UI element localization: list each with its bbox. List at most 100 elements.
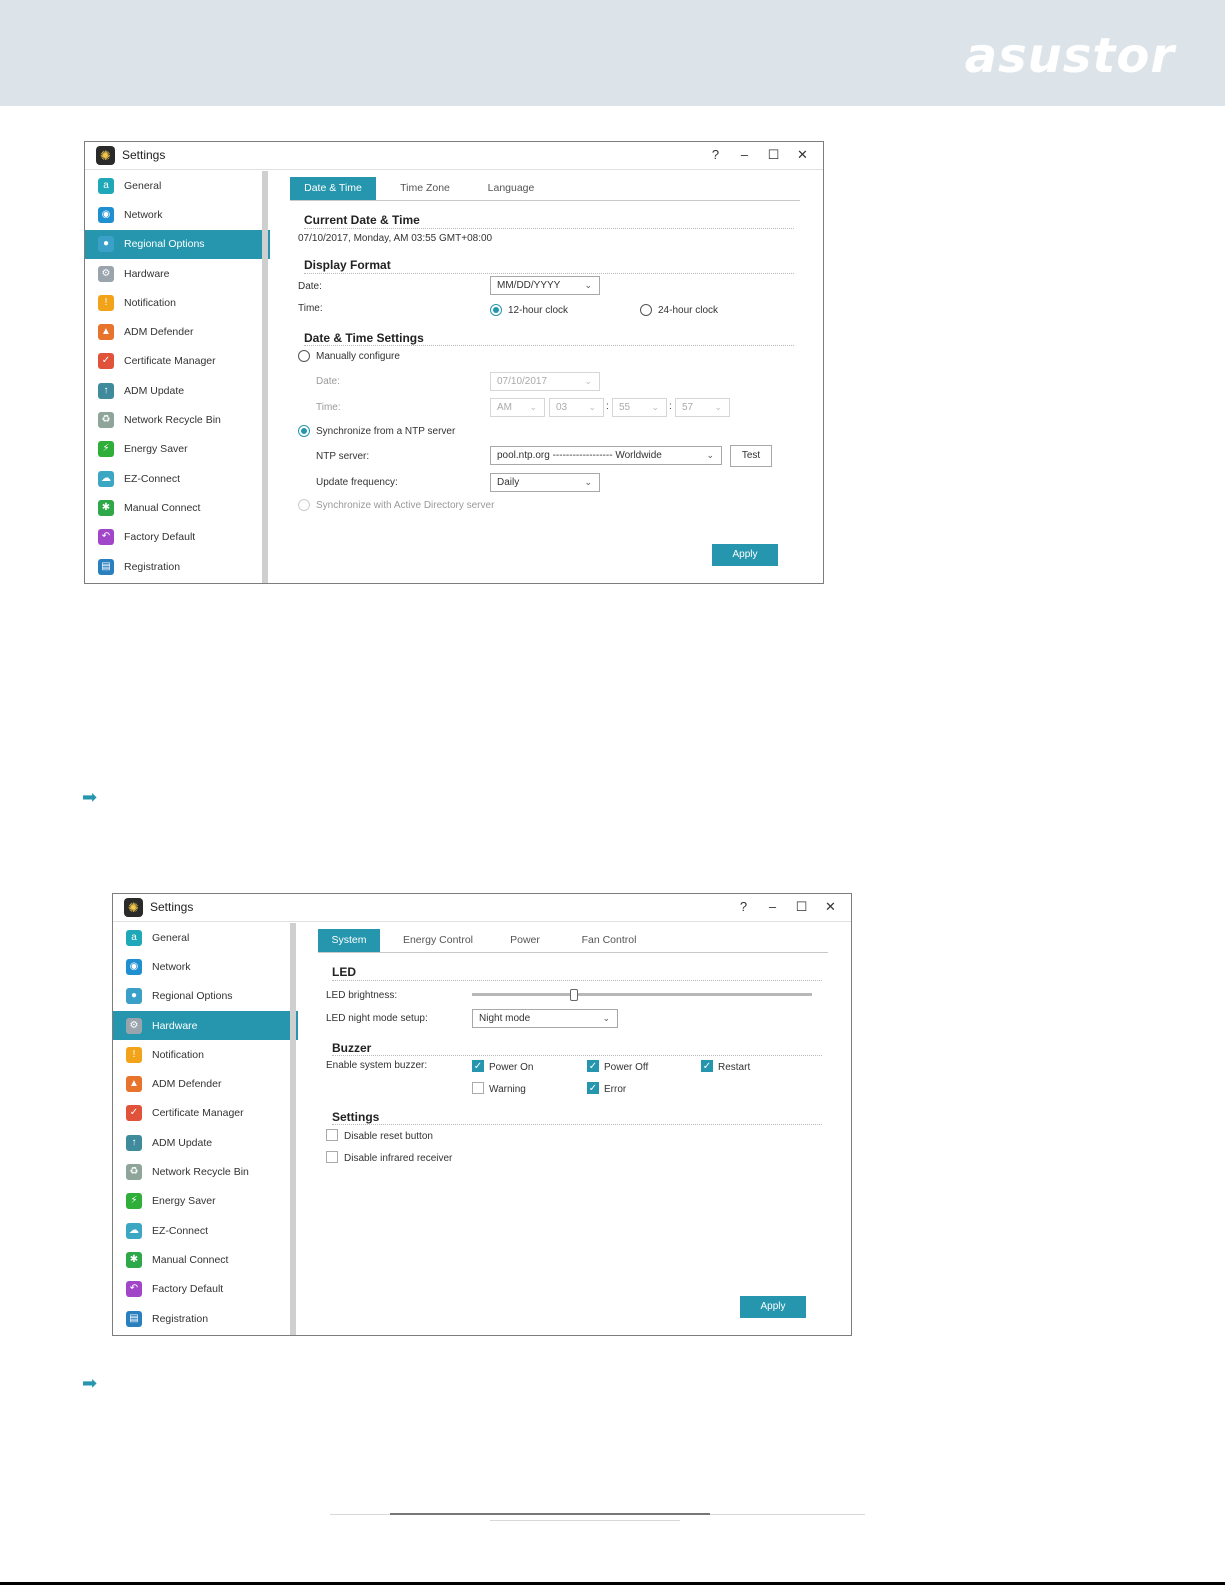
sidebar-item-energy-saver[interactable]: ⚡ Energy Saver <box>85 435 270 464</box>
close-button[interactable]: ✕ <box>816 898 845 916</box>
sidebar-item-adm-defender[interactable]: ▲ ADM Defender <box>113 1069 298 1098</box>
sidebar-item-ez-connect[interactable]: ☁ EZ-Connect <box>113 1216 298 1245</box>
sidebar-item-regional-options[interactable]: ● Regional Options <box>85 229 270 259</box>
checkbox-disable-infrared[interactable] <box>326 1151 338 1163</box>
sidebar-item-certificate-manager[interactable]: ✓ Certificate Manager <box>85 347 270 376</box>
checkbox-power-off[interactable]: ✓ <box>587 1060 599 1072</box>
radio-active-directory[interactable] <box>298 499 310 511</box>
sidebar-item-network[interactable]: ◉ Network <box>113 952 298 981</box>
sidebar-item-certificate-manager[interactable]: ✓ Certificate Manager <box>113 1099 298 1128</box>
radio-manual-configure[interactable] <box>298 350 310 362</box>
sidebar-item-hardware[interactable]: ⚙ Hardware <box>85 259 270 288</box>
date-format-select[interactable]: MM/DD/YYYY ⌄ <box>490 276 600 295</box>
energy-saver-icon: ⚡ <box>126 1193 142 1210</box>
update-frequency-select[interactable]: Daily ⌄ <box>490 473 600 492</box>
checkbox-error[interactable]: ✓ <box>587 1082 599 1094</box>
chevron-down-icon: ⌄ <box>706 450 714 460</box>
sidebar-item-notification[interactable]: ! Notification <box>85 288 270 317</box>
maximize-button[interactable]: ☐ <box>759 146 788 164</box>
sidebar-item-general[interactable]: a General <box>85 171 270 200</box>
hour-value: 03 <box>556 402 568 413</box>
sidebar-item-factory-default[interactable]: ↶ Factory Default <box>85 523 270 552</box>
led-brightness-slider[interactable] <box>472 993 812 996</box>
sidebar-item-adm-update[interactable]: ↑ ADM Update <box>113 1128 298 1157</box>
sidebar-scrollbar[interactable] <box>290 923 296 1335</box>
close-button[interactable]: ✕ <box>788 146 817 164</box>
checkbox-restart[interactable]: ✓ <box>701 1060 713 1072</box>
tab-time-zone[interactable]: Time Zone <box>382 177 468 200</box>
divider <box>304 345 794 346</box>
sidebar-item-regional-options[interactable]: ● Regional Options <box>113 982 298 1011</box>
checkbox-disable-reset[interactable] <box>326 1129 338 1141</box>
sidebar-item-label: General <box>152 931 190 944</box>
tab-fan-control[interactable]: Fan Control <box>566 929 652 952</box>
sidebar-item-network-recycle-bin[interactable]: ♻ Network Recycle Bin <box>113 1157 298 1186</box>
led-night-mode-label: LED night mode setup: <box>326 1013 428 1024</box>
adm-update-icon: ↑ <box>98 382 114 399</box>
chevron-down-icon: ⌄ <box>584 376 592 386</box>
sidebar-item-network-recycle-bin[interactable]: ♻ Network Recycle Bin <box>85 405 270 434</box>
sidebar-item-adm-defender[interactable]: ▲ ADM Defender <box>85 317 270 346</box>
sidebar-item-manual-connect[interactable]: ✱ Manual Connect <box>85 493 270 522</box>
sidebar-item-factory-default[interactable]: ↶ Factory Default <box>113 1275 298 1304</box>
chevron-down-icon: ⌄ <box>529 402 537 412</box>
general-icon: a <box>98 177 114 194</box>
hour-select[interactable]: 03 ⌄ <box>549 398 604 417</box>
radio-ntp-sync[interactable] <box>298 425 310 437</box>
sidebar-item-hardware[interactable]: ⚙ Hardware <box>113 1010 298 1041</box>
minimize-button[interactable]: – <box>730 146 759 164</box>
radio-24-hour[interactable] <box>640 304 652 316</box>
sidebar-item-notification[interactable]: ! Notification <box>113 1040 298 1069</box>
help-button[interactable]: ? <box>729 898 758 916</box>
sidebar-item-manual-connect[interactable]: ✱ Manual Connect <box>113 1245 298 1274</box>
maximize-button[interactable]: ☐ <box>787 898 816 916</box>
sidebar-item-registration[interactable]: ▤ Registration <box>113 1304 298 1333</box>
radio-12-hour[interactable] <box>490 304 502 316</box>
ntp-server-select[interactable]: pool.ntp.org ------------------ Worldwid… <box>490 446 722 465</box>
tab-power[interactable]: Power <box>490 929 560 952</box>
ampm-select[interactable]: AM ⌄ <box>490 398 545 417</box>
help-button[interactable]: ? <box>701 146 730 164</box>
sidebar-item-ez-connect[interactable]: ☁ EZ-Connect <box>85 464 270 493</box>
restart-label: Restart <box>718 1062 751 1073</box>
adm-defender-icon: ▲ <box>98 324 114 341</box>
led-heading: LED <box>332 965 356 979</box>
sidebar-item-network[interactable]: ◉ Network <box>85 200 270 229</box>
tab-date-time[interactable]: Date & Time <box>290 177 376 200</box>
sidebar-item-registration[interactable]: ▤ Registration <box>85 552 270 581</box>
minute-select[interactable]: 55 ⌄ <box>612 398 667 417</box>
sidebar-item-label: Manual Connect <box>152 1253 229 1266</box>
tab-bar: Date & Time Time Zone Language <box>290 177 800 201</box>
sidebar-item-label: Hardware <box>152 1019 198 1032</box>
checkbox-warning[interactable] <box>472 1082 484 1094</box>
tab-bar: System Energy Control Power Fan Control <box>318 929 828 953</box>
checkbox-power-on[interactable]: ✓ <box>472 1060 484 1072</box>
ntp-server-value: pool.ntp.org ------------------ Worldwid… <box>497 450 662 461</box>
factory-default-icon: ↶ <box>126 1281 142 1298</box>
sidebar-scrollbar[interactable] <box>262 171 268 583</box>
date-format-label: Date: <box>298 281 322 292</box>
sidebar-item-label: Factory Default <box>152 1283 224 1296</box>
tab-language[interactable]: Language <box>468 177 554 200</box>
minimize-button[interactable]: – <box>758 898 787 916</box>
test-button[interactable]: Test <box>730 445 772 467</box>
tab-energy-control[interactable]: Energy Control <box>388 929 488 952</box>
title-bar: ✺ Settings ? – ☐ ✕ <box>113 894 851 922</box>
sidebar-item-adm-update[interactable]: ↑ ADM Update <box>85 376 270 405</box>
led-brightness-handle[interactable] <box>570 989 578 1001</box>
led-night-mode-select[interactable]: Night mode ⌄ <box>472 1009 618 1028</box>
apply-button[interactable]: Apply <box>712 544 778 566</box>
sidebar-item-general[interactable]: a General <box>113 923 298 952</box>
ntp-server-label: NTP server: <box>316 451 370 462</box>
tab-system[interactable]: System <box>318 929 380 952</box>
certificate-manager-icon: ✓ <box>126 1105 142 1122</box>
ntp-sync-label: Synchronize from a NTP server <box>316 426 456 437</box>
manual-date-picker[interactable]: 07/10/2017 ⌄ <box>490 372 600 391</box>
regional-options-icon: ● <box>126 988 142 1005</box>
sidebar-item-energy-saver[interactable]: ⚡ Energy Saver <box>113 1187 298 1216</box>
second-select[interactable]: 57 ⌄ <box>675 398 730 417</box>
notification-icon: ! <box>98 294 114 311</box>
sidebar-item-label: EZ-Connect <box>152 1224 209 1237</box>
chevron-down-icon: ⌄ <box>584 280 592 290</box>
apply-button[interactable]: Apply <box>740 1296 806 1318</box>
